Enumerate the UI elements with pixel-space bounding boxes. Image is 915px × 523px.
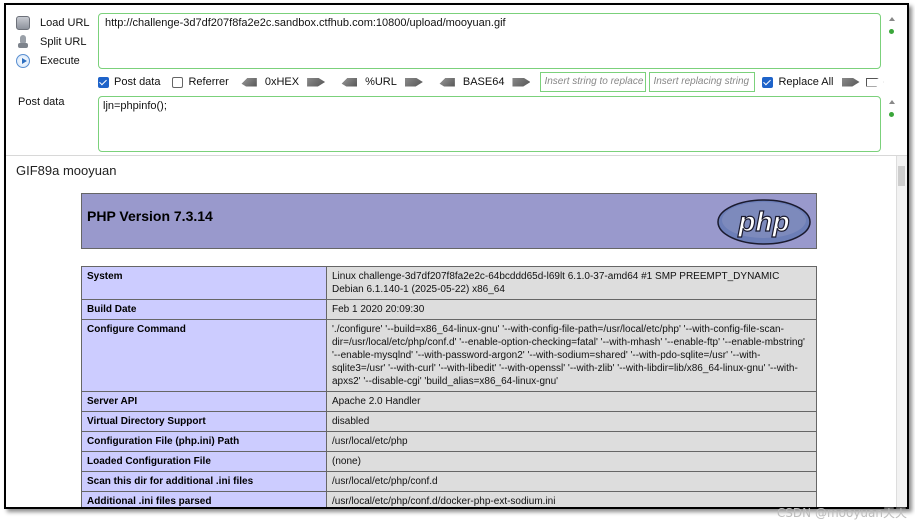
row-key: Scan this dir for additional .ini files xyxy=(81,471,327,492)
replace-all-checkbox[interactable] xyxy=(762,76,774,88)
row-key: Configure Command xyxy=(81,319,327,392)
load-url-button[interactable]: Load URL xyxy=(16,14,90,32)
php-logo-icon: php xyxy=(717,199,811,245)
replace-arrow-icon[interactable] xyxy=(841,77,860,87)
referrer-checkbox[interactable] xyxy=(172,76,184,88)
hackbar-toolbar: Load URL Split URL Execute http://challe… xyxy=(6,5,907,155)
table-row: Loaded Configuration File (none) xyxy=(81,451,817,472)
hex-decode-arrow-icon[interactable] xyxy=(238,77,257,87)
screenshot-frame: Load URL Split URL Execute http://challe… xyxy=(4,3,909,509)
replace-all-toggle[interactable]: Replace All xyxy=(762,76,834,88)
post-data-input[interactable]: ljn=phpinfo(); xyxy=(98,96,881,152)
execute-icon xyxy=(16,54,30,68)
referrer-label: Referrer xyxy=(188,76,229,88)
row-key: Additional .ini files parsed xyxy=(81,491,327,507)
row-key: Loaded Configuration File xyxy=(81,451,327,472)
row-value: Feb 1 2020 20:09:30 xyxy=(326,299,817,320)
post-scroll[interactable] xyxy=(889,100,895,117)
table-row: Configuration File (php.ini) Path/usr/lo… xyxy=(81,431,817,452)
row-value: (none) xyxy=(326,451,817,472)
row-value: Linux challenge-3d7df207f8fa2e2c-64bcddd… xyxy=(326,266,817,300)
table-row: Server API Apache 2.0 Handler xyxy=(81,391,817,412)
row-key: Configuration File (php.ini) Path xyxy=(81,431,327,452)
base64-label: BASE64 xyxy=(462,76,505,88)
scroll-indicator-icon xyxy=(889,29,894,34)
post-scroll-indicator-icon xyxy=(889,112,894,117)
page-content: GIF89a mooyuan PHP Version 7.3.14 php Sy… xyxy=(6,155,907,507)
row-value: /usr/local/etc/php/conf.d xyxy=(326,471,817,492)
load-url-icon xyxy=(16,16,30,30)
insert-replacing-input[interactable]: Insert replacing string xyxy=(649,72,756,92)
post-data-label: Post data xyxy=(18,96,65,108)
row-value: /usr/local/etc/php/conf.d/docker-php-ext… xyxy=(326,491,817,507)
row-key: System xyxy=(81,266,327,300)
url-decode-arrow-icon[interactable] xyxy=(339,77,358,87)
php-version-title: PHP Version 7.3.14 xyxy=(87,208,213,224)
row-value: /usr/local/etc/php xyxy=(326,431,817,452)
hex-encode-arrow-icon[interactable] xyxy=(307,77,326,87)
table-row: Additional .ini files parsed/usr/local/e… xyxy=(81,491,817,507)
base64-decode-arrow-icon[interactable] xyxy=(436,77,455,87)
row-key: Virtual Directory Support xyxy=(81,411,327,432)
table-row: Build Date Feb 1 2020 20:09:30 xyxy=(81,299,817,320)
php-logo-text: php xyxy=(737,206,789,237)
replace-all-label: Replace All xyxy=(778,76,834,88)
row-value: './configure' '--build=x86_64-linux-gnu'… xyxy=(326,319,817,392)
referrer-toggle[interactable]: Referrer xyxy=(172,76,229,88)
csdn-watermark: CSDN @mooyuan天天 xyxy=(776,506,907,520)
split-url-button[interactable]: Split URL xyxy=(16,33,86,51)
url-scroll[interactable] xyxy=(889,17,895,34)
url-encode-label: %URL xyxy=(365,76,397,88)
split-url-icon xyxy=(16,35,30,49)
post-data-toggle[interactable]: Post data xyxy=(98,76,160,88)
table-row: Virtual Directory Support disabled xyxy=(81,411,817,432)
table-row: System Linux challenge-3d7df207f8fa2e2c-6… xyxy=(81,266,817,300)
split-url-label: Split URL xyxy=(40,36,87,48)
insert-string-input[interactable]: Insert string to replace xyxy=(540,72,647,92)
execute-label: Execute xyxy=(40,55,80,67)
php-version-header: PHP Version 7.3.14 php xyxy=(81,193,817,249)
post-scroll-up-icon xyxy=(889,100,895,104)
url-input[interactable]: http://challenge-3d7df207f8fa2e2c.sandbo… xyxy=(98,13,881,69)
table-row: Scan this dir for additional .ini files /… xyxy=(81,471,817,492)
table-row: Configure Command './configure' '--build=… xyxy=(81,319,817,392)
row-key: Build Date xyxy=(81,299,327,320)
scroll-up-icon xyxy=(889,17,895,21)
php-info-table: System Linux challenge-3d7df207f8fa2e2c-6… xyxy=(81,266,817,507)
post-data-option-label: Post data xyxy=(114,76,161,88)
gif-header-text: GIF89a mooyuan xyxy=(16,163,117,178)
options-row: Post data Referrer 0xHEX %URL BASE64 Ins… xyxy=(98,72,898,92)
execute-button[interactable]: Execute xyxy=(16,52,80,70)
url-encode-arrow-icon[interactable] xyxy=(404,77,423,87)
replace-outline-arrow-icon[interactable] xyxy=(865,77,884,87)
post-data-checkbox[interactable] xyxy=(98,76,109,88)
hex-label: 0xHEX xyxy=(264,76,300,88)
base64-encode-arrow-icon[interactable] xyxy=(512,77,531,87)
row-key: Server API xyxy=(81,391,327,412)
load-url-label: Load URL xyxy=(40,17,90,29)
page-scrollbar[interactable] xyxy=(896,156,907,507)
scrollbar-thumb[interactable] xyxy=(898,166,905,186)
row-value: Apache 2.0 Handler xyxy=(326,391,817,412)
row-value: disabled xyxy=(326,411,817,432)
